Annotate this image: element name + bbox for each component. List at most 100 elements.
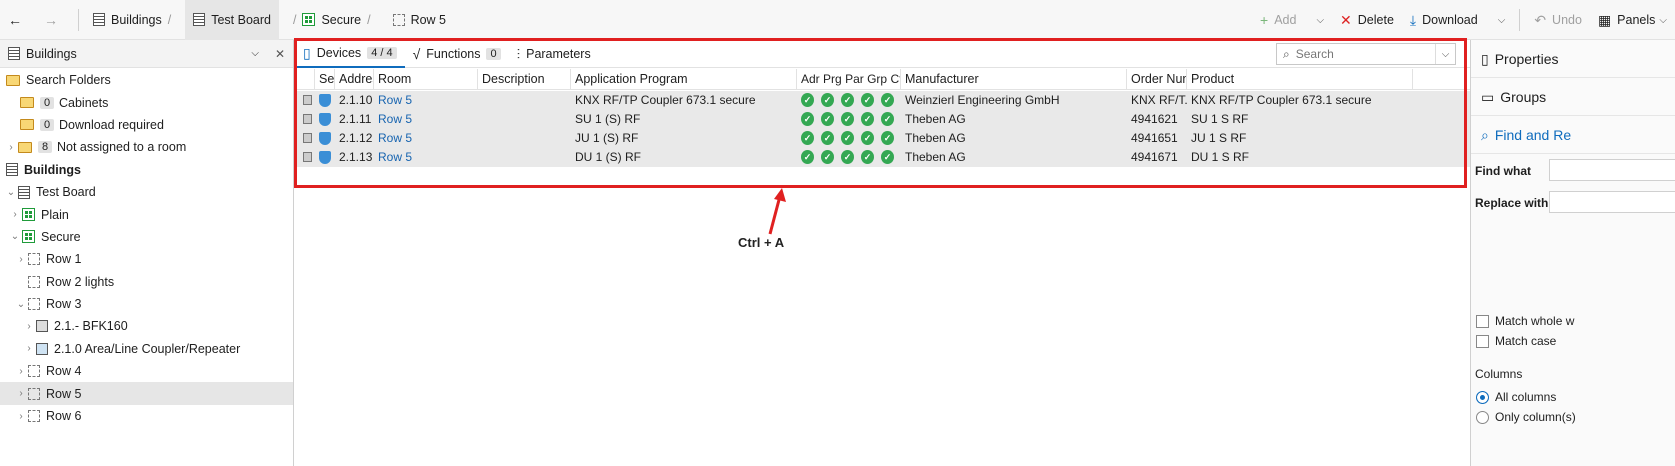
add-button[interactable]: + Add [1252,0,1304,40]
chevron-right-icon[interactable]: › [14,411,28,422]
back-button[interactable]: ← [0,0,36,40]
tree-item-row4[interactable]: › Row 4 [0,360,293,382]
cell-room[interactable]: Row 5 [374,91,478,110]
add-dropdown[interactable]: ⌵ [1304,0,1332,40]
cell-order-number: 4941621 [1131,112,1178,127]
only-columns-radio[interactable]: Only column(s) [1476,410,1576,424]
chevron-down-icon[interactable]: ⌵ [251,48,259,59]
panels-icon: ▦ [1597,12,1612,28]
cell-room[interactable]: Row 5 [374,110,478,129]
close-icon[interactable]: ✕ [275,47,285,61]
delete-button[interactable]: ✕ Delete [1332,0,1402,40]
col-description[interactable]: Description [478,69,571,89]
chevron-right-icon[interactable]: › [22,321,36,332]
forward-button[interactable]: → [36,0,72,40]
cell-application: KNX RF/TP Coupler 673.1 secure [575,93,756,108]
row-selector[interactable] [303,152,312,163]
undo-icon: ↶ [1534,12,1547,28]
tab-parameters[interactable]: ⫶ Parameters [509,40,599,68]
match-whole-checkbox[interactable]: Match whole w [1476,314,1574,328]
chevron-down-icon[interactable]: ⌄ [4,187,18,198]
cell-order-number: 4941671 [1131,150,1178,165]
check-icon: ✓ [881,131,894,146]
cell-application: DU 1 (S) RF [575,150,641,165]
chevron-down-icon[interactable]: ⌄ [8,231,22,242]
breadcrumb-test-board[interactable]: Test Board [185,0,279,40]
shield-icon [319,93,331,107]
room-icon [28,387,40,400]
view-tabs: ▯ Devices 4 / 4 √ Functions 0 ⫶ Parameters ⌕ … [295,40,1470,68]
download-icon: ⤓ [1409,12,1417,28]
cell-room[interactable]: Row 5 [374,129,478,148]
replace-with-input[interactable] [1549,191,1675,213]
tree-item-bfk160[interactable]: › 2.1.- BFK160 [0,315,293,337]
tree-item-plain[interactable]: › Plain [0,203,293,225]
tree-item-row2[interactable]: Row 2 lights [0,271,293,293]
cell-manufacturer: Theben AG [905,150,966,165]
download-dropdown[interactable]: ⌵ [1486,0,1514,40]
tree-item-secure[interactable]: ⌄ Secure [0,226,293,248]
chevron-right-icon[interactable]: › [14,254,28,265]
tab-devices[interactable]: ▯ Devices 4 / 4 [295,40,405,68]
shield-icon [319,112,331,126]
row-selector[interactable] [303,95,312,106]
col-application-program[interactable]: Application Program [571,69,797,89]
breadcrumb-buildings[interactable]: Buildings / [85,0,185,40]
download-button[interactable]: ⤓ Download [1402,0,1486,40]
row-selector[interactable] [303,133,312,144]
table-row[interactable]: 2.1.12 Row 5 JU 1 (S) RF ✓ ✓ ✓ ✓ ✓ Theben AG… [295,129,1470,148]
search-input[interactable]: ⌕ Search ⌵ [1276,43,1456,65]
match-case-checkbox[interactable]: Match case [1476,334,1556,348]
chevron-down-icon: ⌵ [1497,14,1506,26]
chevron-right-icon[interactable]: › [22,343,36,354]
panels-button[interactable]: ▦ Panels ⌵ [1590,0,1675,40]
groups-tab[interactable]: ▭ Groups [1471,78,1675,116]
cell-room[interactable]: Row 5 [374,148,478,167]
tree-item-row6[interactable]: › Row 6 [0,405,293,427]
columns-label: Columns [1475,367,1523,381]
col-room[interactable]: Room [374,69,478,89]
col-se[interactable]: Se [315,69,335,89]
find-replace-tab[interactable]: ⌕ Find and Re [1471,116,1675,154]
check-icon: ✓ [861,131,874,146]
col-manufacturer[interactable]: Manufacturer [901,69,1127,89]
cell-manufacturer: Theben AG [905,112,966,127]
tree-item-test-board[interactable]: ⌄ Test Board [0,181,293,203]
breadcrumb-secure[interactable]: / Secure / [279,0,385,40]
tree-item-row3[interactable]: ⌄ Row 3 [0,293,293,315]
col-address[interactable]: Addres [335,69,374,89]
undo-button[interactable]: ↶ Undo [1526,0,1590,40]
tree-item-download-required[interactable]: 0 Download required [0,114,293,136]
tree-item-coupler[interactable]: › 2.1.0 Area/Line Coupler/Repeater [0,338,293,360]
col-status[interactable]: Adr Prg Par Grp Cfg [797,69,901,89]
chevron-right-icon[interactable]: › [14,388,28,399]
tree-item-search-folders[interactable]: Search Folders [0,69,293,91]
tree-item-row1[interactable]: › Row 1 [0,248,293,270]
tree-item-row5[interactable]: › Row 5 [0,382,293,405]
col-product[interactable]: Product [1187,69,1413,89]
function-icon: √ [412,45,421,62]
col-order-number[interactable]: Order Num [1127,69,1187,89]
table-row[interactable]: 2.1.13 Row 5 DU 1 (S) RF ✓ ✓ ✓ ✓ ✓ Theben AG… [295,148,1470,167]
row-selector[interactable] [303,114,312,125]
tree-item-buildings[interactable]: Buildings [0,159,293,181]
properties-tab[interactable]: ▯ Properties [1471,40,1675,78]
chevron-down-icon[interactable]: ⌄ [14,299,28,310]
chevron-right-icon[interactable]: › [8,209,22,220]
chevron-right-icon[interactable]: › [4,142,18,153]
all-columns-radio[interactable]: All columns [1476,390,1556,404]
chevron-down-icon[interactable]: ⌵ [1435,44,1455,64]
breadcrumb-row5[interactable]: Row 5 [385,0,454,40]
building-part-icon [18,185,30,199]
table-row[interactable]: 2.1.11 Row 5 SU 1 (S) RF ✓ ✓ ✓ ✓ ✓ Theben AG… [295,110,1470,129]
panel-title: Buildings [26,46,77,61]
check-icon: ✓ [801,112,814,127]
find-what-input[interactable] [1549,159,1675,181]
check-icon: ✓ [801,93,814,108]
table-row[interactable]: 2.1.10 Row 5 KNX RF/TP Coupler 673.1 sec… [295,91,1470,110]
chevron-right-icon[interactable]: › [14,366,28,377]
tree-item-not-assigned[interactable]: › 8 Not assigned to a room [0,136,293,158]
tree-item-cabinets[interactable]: 0 Cabinets [0,91,293,113]
cell-order-number: KNX RF/T... [1131,93,1187,108]
tab-functions[interactable]: √ Functions 0 [405,40,509,68]
